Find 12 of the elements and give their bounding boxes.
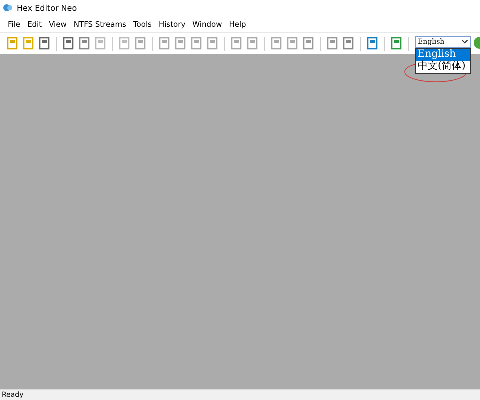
- toolbar-icon[interactable]: [342, 37, 355, 50]
- toolbar-icon[interactable]: [78, 37, 91, 50]
- toolbar-icon[interactable]: [302, 37, 315, 50]
- toolbar-icon[interactable]: [62, 37, 75, 50]
- caret-icon: [462, 40, 468, 44]
- language-option[interactable]: English: [416, 49, 470, 61]
- toolbar-icon[interactable]: [366, 37, 379, 50]
- window-title: Hex Editor Neo: [17, 4, 78, 12]
- toolbar-icon[interactable]: [38, 37, 51, 50]
- app-logo-icon: [3, 3, 13, 13]
- toolbar-icon[interactable]: [390, 37, 403, 50]
- toolbar-icon[interactable]: [326, 37, 339, 50]
